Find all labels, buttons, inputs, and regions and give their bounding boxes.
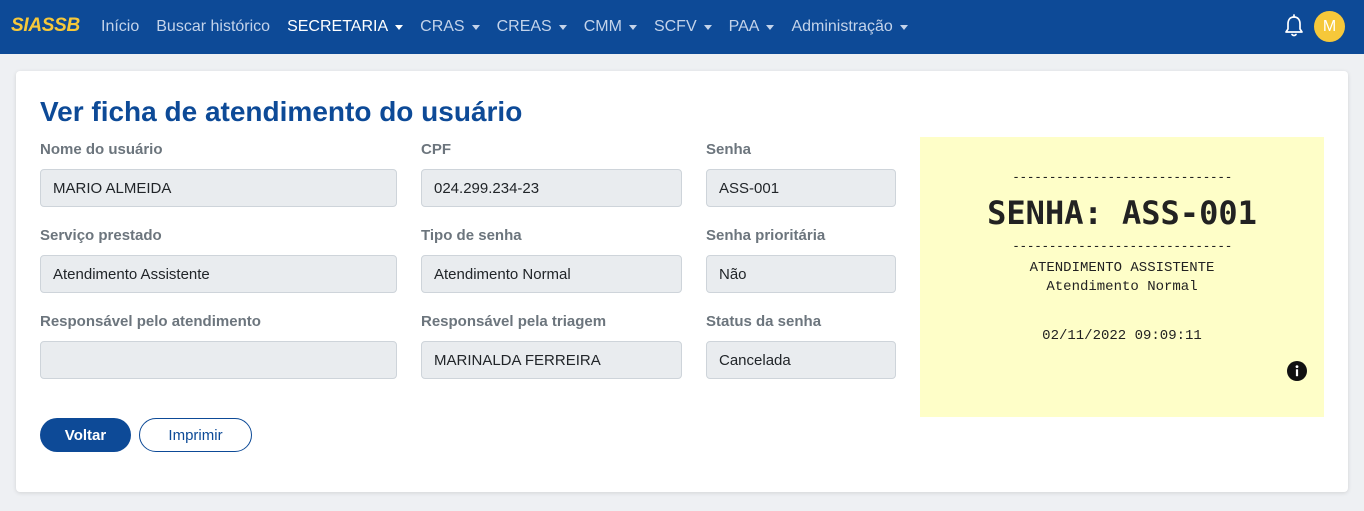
nav-item-label: CMM xyxy=(583,18,622,35)
caret-down-icon xyxy=(395,25,404,30)
responsavel-atendimento-label: Responsável pelo atendimento xyxy=(40,313,261,330)
caret-down-icon xyxy=(558,25,567,30)
nav-item-label: SCFV xyxy=(653,18,697,35)
nav-item-inicio[interactable]: Início xyxy=(101,18,139,36)
responsavel-triagem-label: Responsável pela triagem xyxy=(421,313,607,330)
cpf-field[interactable]: 024.299.234-23 xyxy=(421,169,682,207)
bell-icon[interactable] xyxy=(1284,14,1304,38)
nav-item-label: SECRETARIA xyxy=(287,18,389,35)
voltar-button[interactable]: Voltar xyxy=(40,418,131,452)
nav-item-scfv[interactable]: SCFV xyxy=(654,18,712,36)
nav-menu: Início Buscar histórico SECRETARIA CRAS … xyxy=(101,0,925,54)
nav-item-administracao[interactable]: Administração xyxy=(791,18,908,36)
nome-usuario-label: Nome do usuário xyxy=(40,141,163,158)
imprimir-button[interactable]: Imprimir xyxy=(139,418,252,452)
senha-label: Senha xyxy=(706,141,752,158)
senha-field[interactable]: ASS-001 xyxy=(706,169,896,207)
responsavel-triagem-field[interactable]: MARINALDA FERREIRA xyxy=(421,341,682,379)
cpf-label: CPF xyxy=(421,141,451,158)
user-avatar[interactable]: M xyxy=(1314,11,1345,42)
senha-prioritaria-label: Senha prioritária xyxy=(706,227,826,244)
ticket-service: ATENDIMENTO ASSISTENTE xyxy=(1029,260,1215,276)
ticket-preview: ------------------------------ SENHA: AS… xyxy=(920,137,1324,417)
nav-item-label: Buscar histórico xyxy=(156,18,271,35)
senha-prioritaria-field[interactable]: Não xyxy=(706,255,896,293)
nav-item-secretaria[interactable]: SECRETARIA xyxy=(287,18,404,36)
attendance-card: Ver ficha de atendimento do usuário Nome… xyxy=(16,71,1348,492)
nav-item-paa[interactable]: PAA xyxy=(729,18,775,36)
nav-item-label: CREAS xyxy=(496,18,552,35)
caret-down-icon xyxy=(471,25,480,30)
top-navbar: SIASSB Início Buscar histórico SECRETARI… xyxy=(0,0,1364,54)
nome-usuario-field[interactable]: MARIO ALMEIDA xyxy=(40,169,397,207)
nav-item-creas[interactable]: CREAS xyxy=(497,18,567,36)
responsavel-atendimento-field[interactable] xyxy=(40,341,397,379)
caret-down-icon xyxy=(703,25,712,30)
ticket-type: Atendimento Normal xyxy=(1046,279,1198,295)
servico-prestado-field[interactable]: Atendimento Assistente xyxy=(40,255,397,293)
nav-item-label: PAA xyxy=(728,18,760,35)
info-icon[interactable] xyxy=(1287,361,1307,381)
nav-item-buscar-historico[interactable]: Buscar histórico xyxy=(156,18,270,36)
brand-logo[interactable]: SIASSB xyxy=(11,15,80,37)
nav-item-cmm[interactable]: CMM xyxy=(584,18,637,36)
nav-item-label: Administração xyxy=(791,18,893,35)
tipo-senha-field[interactable]: Atendimento Normal xyxy=(421,255,682,293)
ticket-datetime: 02/11/2022 09:09:11 xyxy=(1042,328,1202,344)
ticket-headline: SENHA: ASS-001 xyxy=(987,194,1257,232)
nav-item-label: CRAS xyxy=(420,18,465,35)
ticket-separator-bottom: ------------------------------ xyxy=(1012,239,1232,254)
nav-item-label: Início xyxy=(101,18,140,35)
ticket-separator-top: ------------------------------ xyxy=(1012,170,1232,185)
tipo-senha-label: Tipo de senha xyxy=(421,227,522,244)
caret-down-icon xyxy=(766,25,775,30)
nav-item-cras[interactable]: CRAS xyxy=(420,18,480,36)
status-senha-label: Status da senha xyxy=(706,313,822,330)
page-title: Ver ficha de atendimento do usuário xyxy=(40,96,523,127)
servico-prestado-label: Serviço prestado xyxy=(40,227,162,244)
status-senha-field[interactable]: Cancelada xyxy=(706,341,896,379)
caret-down-icon xyxy=(899,25,908,30)
caret-down-icon xyxy=(628,25,637,30)
